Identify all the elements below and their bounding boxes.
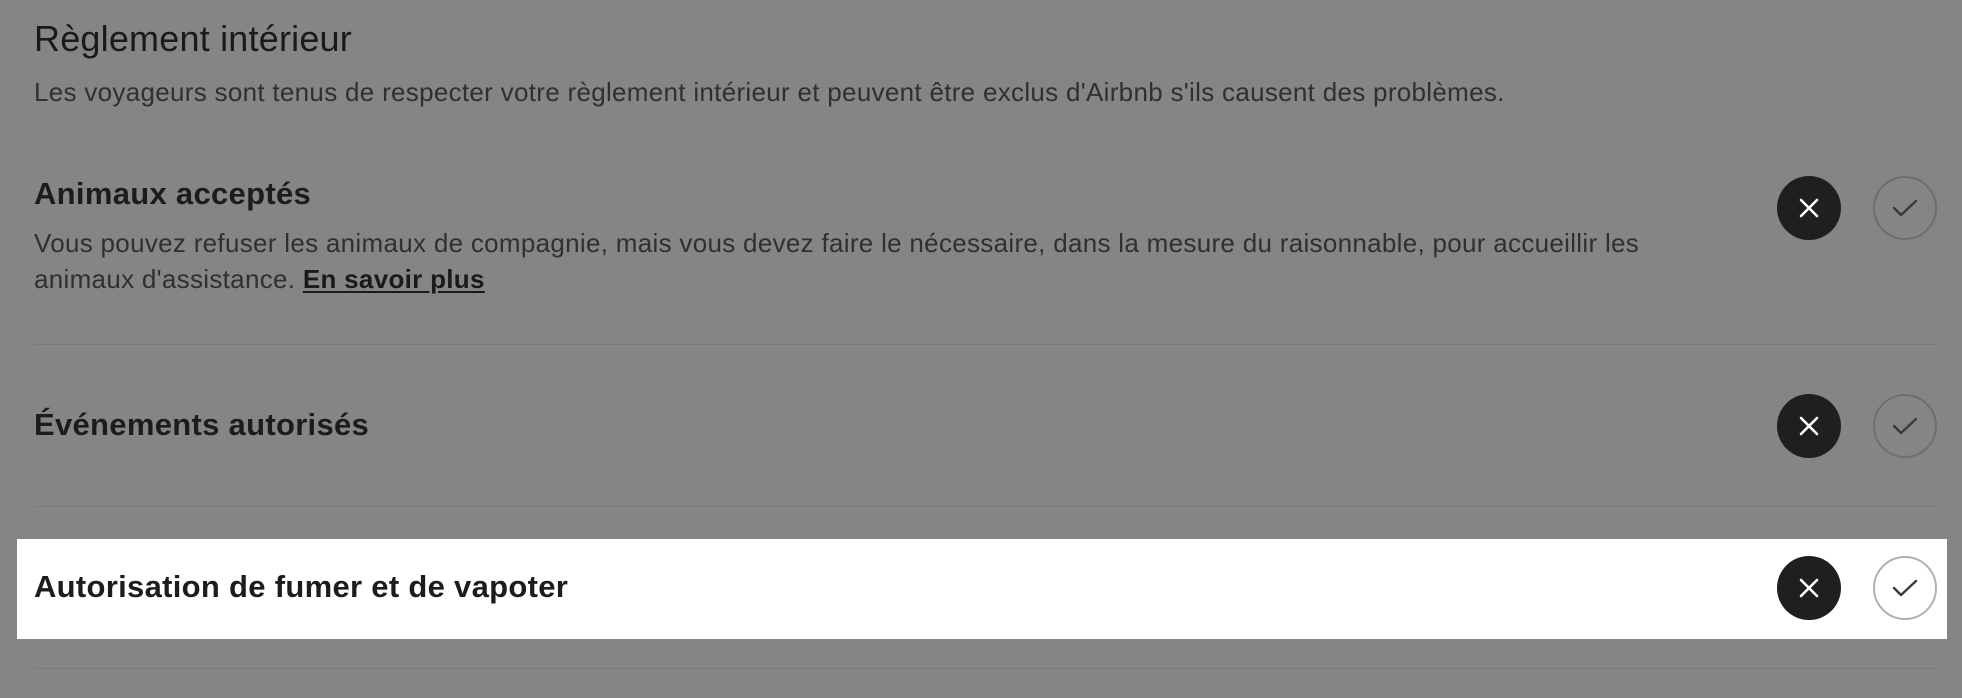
deny-button[interactable] <box>1777 556 1841 620</box>
close-icon <box>1799 578 1819 598</box>
check-icon <box>1892 417 1918 435</box>
close-icon <box>1799 416 1819 436</box>
section-title: Règlement intérieur <box>34 18 352 59</box>
rule-title: Autorisation de fumer et de vapoter <box>34 569 569 604</box>
allow-button[interactable] <box>1873 556 1937 620</box>
allow-button[interactable] <box>1873 176 1937 240</box>
check-icon <box>1892 579 1918 597</box>
divider <box>34 506 1936 507</box>
section-subtitle: Les voyageurs sont tenus de respecter vo… <box>34 77 1505 107</box>
deny-button[interactable] <box>1777 176 1841 240</box>
close-icon <box>1799 198 1819 218</box>
rule-title: Événements autorisés <box>34 407 370 442</box>
learn-more-link[interactable]: En savoir plus <box>303 264 485 294</box>
divider <box>34 344 1936 345</box>
rule-description: Vous pouvez refuser les animaux de compa… <box>34 225 1734 297</box>
allow-button[interactable] <box>1873 394 1937 458</box>
rule-description-text: Vous pouvez refuser les animaux de compa… <box>34 228 1640 294</box>
check-icon <box>1892 199 1918 217</box>
rule-title: Animaux acceptés <box>34 176 312 211</box>
deny-button[interactable] <box>1777 394 1841 458</box>
divider <box>34 668 1936 669</box>
